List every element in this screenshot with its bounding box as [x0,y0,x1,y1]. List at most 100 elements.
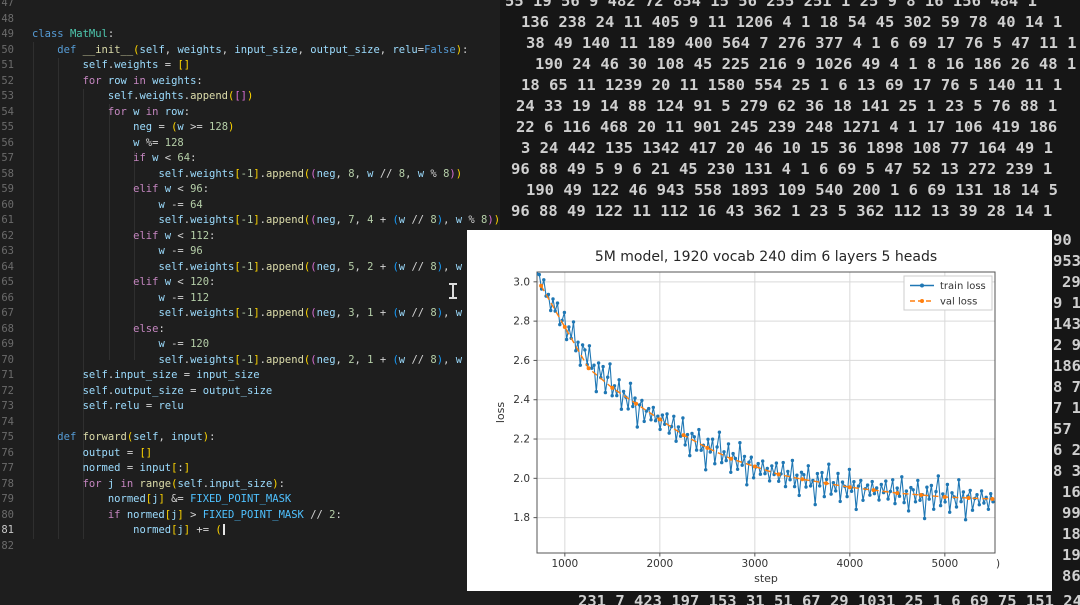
code-line: 57 if w < 64: [0,151,500,167]
line-number: 59 [1,183,14,195]
line-number: 65 [1,276,14,288]
code-text: for j in range(self.input_size): [82,477,285,490]
line-number: 82 [1,539,14,552]
code-line: 52 for row in weights: [0,74,500,90]
line-number: 78 [1,477,14,490]
terminal-number-row: 136 238 24 11 405 9 11 1206 4 1 18 54 45… [521,13,1063,31]
line-number: 60 [1,198,14,211]
code-text: output = [] [82,446,153,459]
line-number: 75 [1,431,14,443]
terminal-row-fragment: 953 [1053,252,1080,270]
x-tick-label: 5000 [931,558,958,570]
y-tick-label: 1.8 [513,512,530,524]
line-number: 56 [1,136,14,149]
terminal-number-row: 96 88 49 122 11 112 16 43 362 1 23 5 362… [511,202,1053,220]
code-line: 72 self.output_size = output_size [0,384,500,400]
code-line: 53 self.weights.append([]) [0,89,500,105]
code-text: else: [133,322,165,335]
code-text: self.weights[-1].append((neg, 3, 1 + (w … [158,307,500,319]
line-number: 48 [1,12,14,25]
code-line: 65 elif w < 120: [0,275,500,291]
terminal-number-row: 3 24 442 135 1342 417 20 46 10 15 36 189… [521,139,1053,157]
clipped-tick-fragment: ) [996,558,1000,570]
x-tick-label: 1000 [551,558,578,570]
code-text: self.output_size = output_size [82,384,273,397]
terminal-row-fragment: 299 [1062,273,1080,291]
code-text: elif w < 96: [133,183,210,195]
code-text: w %= 128 [133,136,184,149]
code-line: 80 if normed[j] > FIXED_POINT_MASK // 2: [0,508,500,524]
code-line: 75 def forward(self, input): [0,430,500,446]
terminal-bottom-row: 231 7 423 197 153 31 51 67 29 1031 25 1 … [578,592,1080,605]
line-number: 63 [1,245,14,257]
line-number: 80 [1,508,14,521]
terminal-row-fragment: 7 14 [1053,399,1080,417]
terminal-number-row: 96 88 49 5 9 6 21 45 230 131 4 1 6 69 5 … [511,160,1053,178]
y-tick-label: 3.0 [513,276,530,288]
code-line: 49 class MatMul: [0,27,500,43]
line-number: 58 [1,167,14,180]
code-editor[interactable]: 47 48 49 class MatMul: 50 def __init__(self,… [0,0,500,605]
code-text: def __init__(self, weights, input_size, … [57,43,469,56]
code-line: 68 else: [0,322,500,338]
code-line: 82 [0,539,500,555]
code-text: w -= 96 [158,245,203,257]
line-number: 69 [1,338,14,350]
code-text: w -= 120 [158,338,210,350]
y-tick-label: 2.6 [513,355,530,367]
line-number: 71 [1,369,14,381]
line-number: 68 [1,322,14,335]
code-line: 67 self.weights[-1].append((neg, 3, 1 + … [0,306,500,322]
legend-val-loss: val loss [940,297,977,308]
code-line: 48 [0,12,500,28]
loss-chart-window[interactable]: 1000 2000 3000 4000 5000 3.0 2.8 2.6 2.4 2.2 2.0 1.… [467,230,1052,591]
code-line: 60 w -= 64 [0,198,500,214]
code-line: 61 self.weights[-1].append((neg, 7, 4 + … [0,213,500,229]
line-number: 67 [1,307,14,319]
code-text: if w < 64: [133,152,197,164]
code-line: 47 [0,0,500,12]
line-number: 72 [1,384,14,397]
code-line: 76 output = [] [0,446,500,462]
line-number: 79 [1,493,14,505]
code-line: 62 elif w < 112: [0,229,500,245]
code-text: for row in weights: [82,74,203,87]
line-number: 74 [1,415,14,428]
code-line: 51 self.weights = [] [0,58,500,74]
terminal-row-fragment: 143 [1053,315,1080,333]
line-number: 66 [1,291,14,304]
line-number: 49 [1,28,14,40]
code-line: 64 self.weights[-1].append((neg, 5, 2 + … [0,260,500,276]
line-number: 54 [1,105,14,118]
line-number: 50 [1,43,14,56]
terminal-number-row: 55 19 56 9 482 72 854 15 56 255 251 1 25… [505,0,1037,10]
y-tick-label: 2.2 [513,434,530,446]
code-line: 70 self.weights[-1].append((neg, 2, 1 + … [0,353,500,369]
terminal-row-fragment: 999 [1062,504,1080,522]
mouse-cursor-ibeam [447,283,458,299]
code-text: self.weights = [] [82,59,191,71]
terminal-row-fragment: 2 96 [1053,336,1080,354]
line-number: 64 [1,260,14,273]
y-tick-label: 2.8 [513,316,530,328]
code-text: self.weights.append([]) [107,90,254,102]
code-text: normed[j] &= FIXED_POINT_MASK [107,493,292,505]
line-number: 76 [1,446,14,459]
code-text: self.weights[-1].append((neg, 7, 4 + (w … [158,214,500,226]
terminal-row-fragment: 9 14 [1053,294,1080,312]
code-text: self.weights[-1].append((neg, 2, 1 + (w … [158,353,500,366]
code-line: 81 normed[j] += ( [0,523,500,539]
code-text: elif w < 112: [133,229,216,242]
code-text: normed = input[:] [82,462,191,474]
code-text: if normed[j] > FIXED_POINT_MASK // 2: [107,508,342,521]
terminal-number-row: 18 65 11 1239 20 11 1580 554 25 1 6 13 6… [521,76,1063,94]
terminal-number-row: 38 49 140 11 189 400 564 7 276 377 4 1 6… [526,34,1077,52]
terminal-row-fragment: 57 1 [1053,420,1072,438]
code-text: self.relu = relu [82,400,184,412]
line-number: 73 [1,400,14,412]
terminal-row-fragment: 18 [1062,525,1080,543]
line-number: 53 [1,90,14,102]
legend-train-loss: train loss [940,281,986,292]
x-tick-label: 2000 [646,558,673,570]
line-number: 77 [1,462,14,474]
